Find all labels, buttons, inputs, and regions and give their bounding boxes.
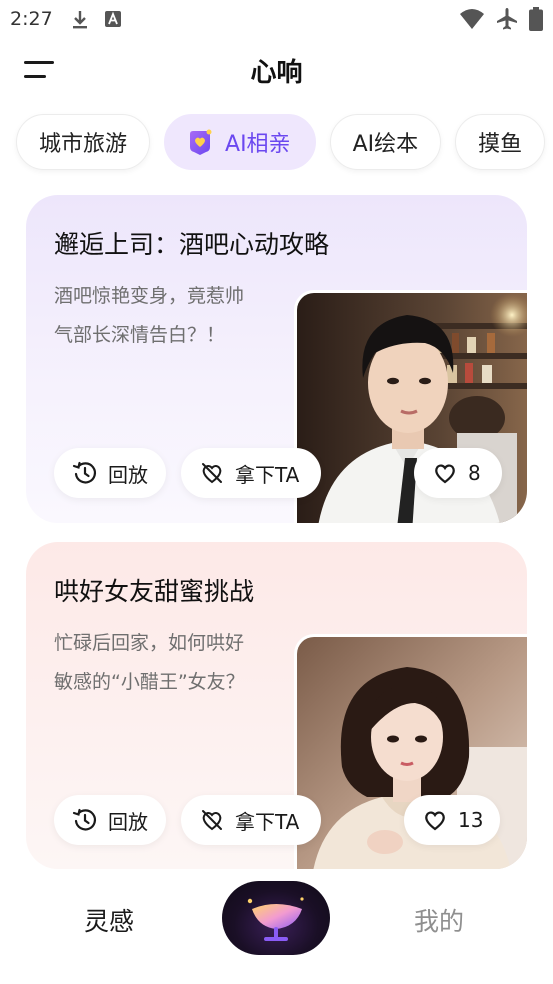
tab-label: AI绘本: [352, 132, 419, 157]
story-card[interactable]: 哄好女友甜蜜挑战 忙碌后回家，如何哄好敏感的“小醋王”女友？ 回放 拿下TA 1…: [26, 542, 527, 869]
tab-slacking[interactable]: 摸鱼: [455, 114, 546, 170]
tab-city-travel[interactable]: 城市旅游: [16, 114, 151, 170]
battery-icon: [529, 7, 543, 31]
create-button[interactable]: [222, 881, 330, 955]
replay-icon: [72, 461, 96, 484]
tab-ai-dating[interactable]: AI相亲: [164, 114, 316, 170]
heart-sparkle-icon: [202, 463, 222, 484]
status-time: 2:27: [10, 8, 53, 30]
category-tabs: 城市旅游 AI相亲 AI绘本 摸鱼: [16, 114, 553, 172]
replay-label: 回放: [108, 809, 148, 834]
magic-lamp-icon: [247, 897, 304, 941]
like-button[interactable]: 8: [414, 448, 502, 498]
replay-label: 回放: [108, 462, 148, 487]
replay-button[interactable]: 回放: [54, 448, 166, 498]
wifi-icon: [460, 9, 484, 29]
bottom-navigation: 灵感 我的: [0, 878, 553, 984]
replay-icon: [72, 808, 96, 831]
download-icon: [73, 11, 87, 29]
take-ta-label: 拿下TA: [235, 462, 300, 487]
nav-mine[interactable]: 我的: [414, 902, 464, 938]
card-title: 邂逅上司：酒吧心动攻略: [54, 230, 330, 259]
tab-ai-picture-book[interactable]: AI绘本: [329, 114, 442, 170]
like-button[interactable]: 13: [404, 795, 500, 845]
heart-card-icon: [190, 129, 212, 155]
take-ta-button[interactable]: 拿下TA: [181, 448, 321, 498]
like-count: 13: [458, 808, 484, 832]
status-bar: 2:27: [0, 0, 553, 38]
card-description: 忙碌后回家，如何哄好敏感的“小醋王”女友？: [54, 632, 245, 693]
tab-label: 城市旅游: [39, 132, 128, 157]
card-description: 酒吧惊艳变身，竟惹帅气部长深情告白？！: [54, 285, 245, 346]
card-title: 哄好女友甜蜜挑战: [54, 577, 255, 606]
airplane-icon: [497, 8, 517, 30]
replay-button[interactable]: 回放: [54, 795, 166, 845]
heart-icon: [435, 464, 455, 484]
heart-sparkle-icon: [202, 810, 222, 831]
tab-label: AI相亲: [225, 132, 291, 157]
app-notification-icon: [105, 11, 121, 27]
heart-icon: [425, 811, 445, 831]
tab-label: 摸鱼: [478, 132, 523, 157]
story-card[interactable]: 邂逅上司：酒吧心动攻略 酒吧惊艳变身，竟惹帅气部长深情告白？！ 回放 拿下TA …: [26, 195, 527, 523]
nav-inspiration[interactable]: 灵感: [84, 902, 134, 938]
take-ta-label: 拿下TA: [235, 809, 300, 834]
app-title: 心响: [250, 58, 303, 88]
like-count: 8: [468, 461, 481, 485]
take-ta-button[interactable]: 拿下TA: [181, 795, 321, 845]
